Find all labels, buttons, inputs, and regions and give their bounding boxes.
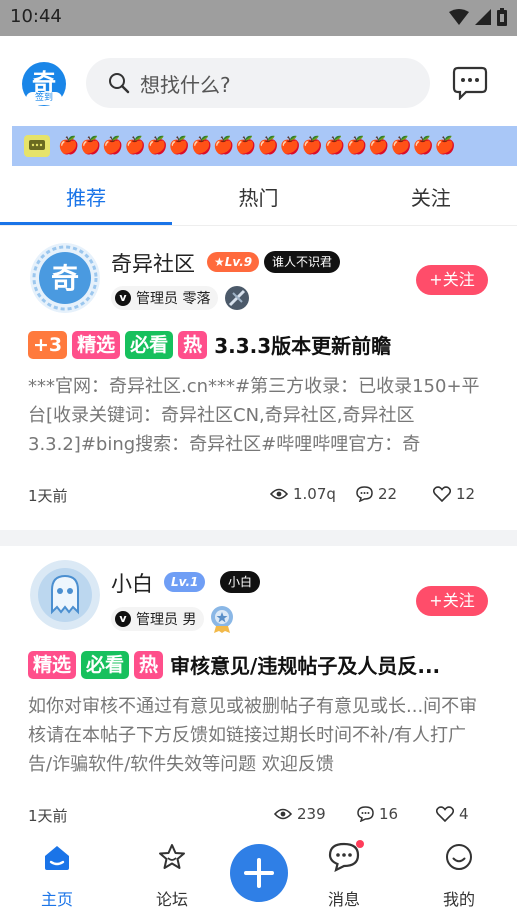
- tab-recommend[interactable]: 推荐: [0, 170, 173, 225]
- role-text: 管理员 男: [136, 612, 197, 628]
- like-count[interactable]: 4: [436, 805, 469, 823]
- app-logo-checkin[interactable]: 奇 签到: [22, 62, 66, 106]
- unread-dot: [356, 840, 364, 848]
- like-count[interactable]: 12: [433, 485, 475, 503]
- extra-tags-badge: +3: [28, 330, 68, 359]
- view-count: 1.07q: [270, 485, 336, 503]
- post-card[interactable]: 小白 Lv.1 小白 v 管理员 男 +关注 精选 必看 热 审核意见/违规帖子…: [0, 548, 517, 838]
- view-count-text: 1.07q: [293, 485, 336, 503]
- tab-hot[interactable]: 热门: [172, 170, 344, 225]
- post-card[interactable]: 奇 奇异社区 ★Lv.9 谁人不识君 v 管理员 零落 +关注 +3 精选 必看…: [0, 228, 517, 530]
- level-badge: Lv.1: [164, 572, 206, 592]
- battery-icon: [497, 8, 507, 26]
- eye-icon: [270, 488, 288, 500]
- role-text: 管理员 零落: [136, 291, 211, 307]
- author-name[interactable]: 奇异社区: [111, 248, 195, 278]
- marquee-banner[interactable]: 🍎🍎🍎🍎🍎🍎🍎🍎🍎🍎🍎🍎🍎🍎🍎🍎🍎🍎: [12, 126, 517, 166]
- must-read-badge: 必看: [125, 330, 174, 359]
- medal-icon: [211, 606, 233, 633]
- like-count-text: 4: [459, 805, 469, 823]
- banner-text: 🍎🍎🍎🍎🍎🍎🍎🍎🍎🍎🍎🍎🍎🍎🍎🍎🍎🍎: [58, 136, 458, 156]
- verified-icon: v: [115, 611, 131, 627]
- home-icon: [45, 846, 69, 870]
- level-badge: ★Lv.9: [207, 252, 260, 272]
- eye-icon: [274, 808, 292, 820]
- follow-button[interactable]: +关注: [416, 265, 488, 295]
- feed-tabs: 推荐 热门 关注: [0, 170, 517, 226]
- post-time: 1天前: [28, 807, 68, 825]
- heart-icon: [436, 806, 454, 822]
- checkin-label: 签到: [26, 92, 62, 105]
- hot-badge: 热: [134, 650, 164, 679]
- user-title-badge: 谁人不识君: [264, 251, 341, 273]
- search-icon: [109, 73, 130, 94]
- comment-count-text: 22: [378, 485, 398, 503]
- message-icon: [24, 135, 50, 157]
- medal-icon: [225, 286, 249, 310]
- star-icon: [159, 844, 185, 869]
- plus-icon: [244, 858, 274, 888]
- role-badge: v 管理员 男: [111, 607, 205, 631]
- bottom-nav: 主页 论坛 消息 我的: [0, 838, 517, 920]
- role-badge: v 管理员 零落: [111, 286, 219, 310]
- avatar[interactable]: [30, 560, 100, 630]
- author-name[interactable]: 小白: [111, 568, 153, 598]
- post-title-row: 精选 必看 热 审核意见/违规帖子及人员反...: [28, 650, 440, 679]
- status-icons: [449, 8, 507, 26]
- signal-icon: [475, 9, 491, 25]
- avatar[interactable]: 奇: [30, 243, 100, 313]
- search-placeholder: 想找什么?: [140, 72, 231, 97]
- nav-forum-label: 论坛: [155, 890, 188, 909]
- verified-icon: v: [115, 290, 131, 306]
- tab-following[interactable]: 关注: [345, 170, 517, 225]
- nav-mine-label: 我的: [442, 890, 475, 909]
- like-count-text: 12: [456, 485, 476, 503]
- post-title[interactable]: 审核意见/违规帖子及人员反...: [170, 650, 440, 679]
- new-post-button[interactable]: [230, 844, 288, 902]
- view-count-text: 239: [297, 805, 326, 823]
- smile-icon: [446, 844, 472, 870]
- post-time: 1天前: [28, 487, 68, 505]
- search-bar[interactable]: 想找什么?: [86, 58, 430, 108]
- featured-badge: 精选: [28, 650, 77, 679]
- user-title-badge: 小白: [220, 571, 261, 593]
- comment-count[interactable]: 16: [357, 805, 398, 823]
- chat-bubble-icon[interactable]: [452, 66, 488, 100]
- status-time: 10:44: [10, 6, 62, 27]
- comment-count-text: 16: [379, 805, 399, 823]
- comment-icon: [356, 486, 373, 502]
- comment-count[interactable]: 22: [356, 485, 397, 503]
- post-divider: [0, 530, 517, 546]
- message-icon: [328, 842, 360, 872]
- comment-icon: [357, 806, 374, 822]
- post-excerpt[interactable]: ***官网：奇异社区.cn***#第三方收录：已收录150+平台[收录关键词：奇…: [28, 372, 488, 459]
- follow-button[interactable]: +关注: [416, 586, 488, 616]
- nav-home-label: 主页: [40, 890, 73, 909]
- post-title-row: +3 精选 必看 热 3.3.3版本更新前瞻: [28, 330, 391, 359]
- status-bar: 10:44: [0, 0, 517, 36]
- nav-messages-label: 消息: [327, 890, 360, 909]
- hot-badge: 热: [178, 330, 208, 359]
- must-read-badge: 必看: [81, 650, 130, 679]
- view-count: 239: [274, 805, 326, 823]
- svg-text:奇: 奇: [51, 262, 79, 295]
- featured-badge: 精选: [72, 330, 121, 359]
- post-excerpt[interactable]: 如你对审核不通过有意见或被删帖子有意见或长...间不审核请在本帖子下方反馈如链接…: [28, 692, 488, 779]
- heart-icon: [433, 486, 451, 502]
- top-bar: 奇 签到 想找什么?: [0, 36, 517, 126]
- post-title[interactable]: 3.3.3版本更新前瞻: [214, 330, 391, 359]
- wifi-icon: [449, 9, 469, 25]
